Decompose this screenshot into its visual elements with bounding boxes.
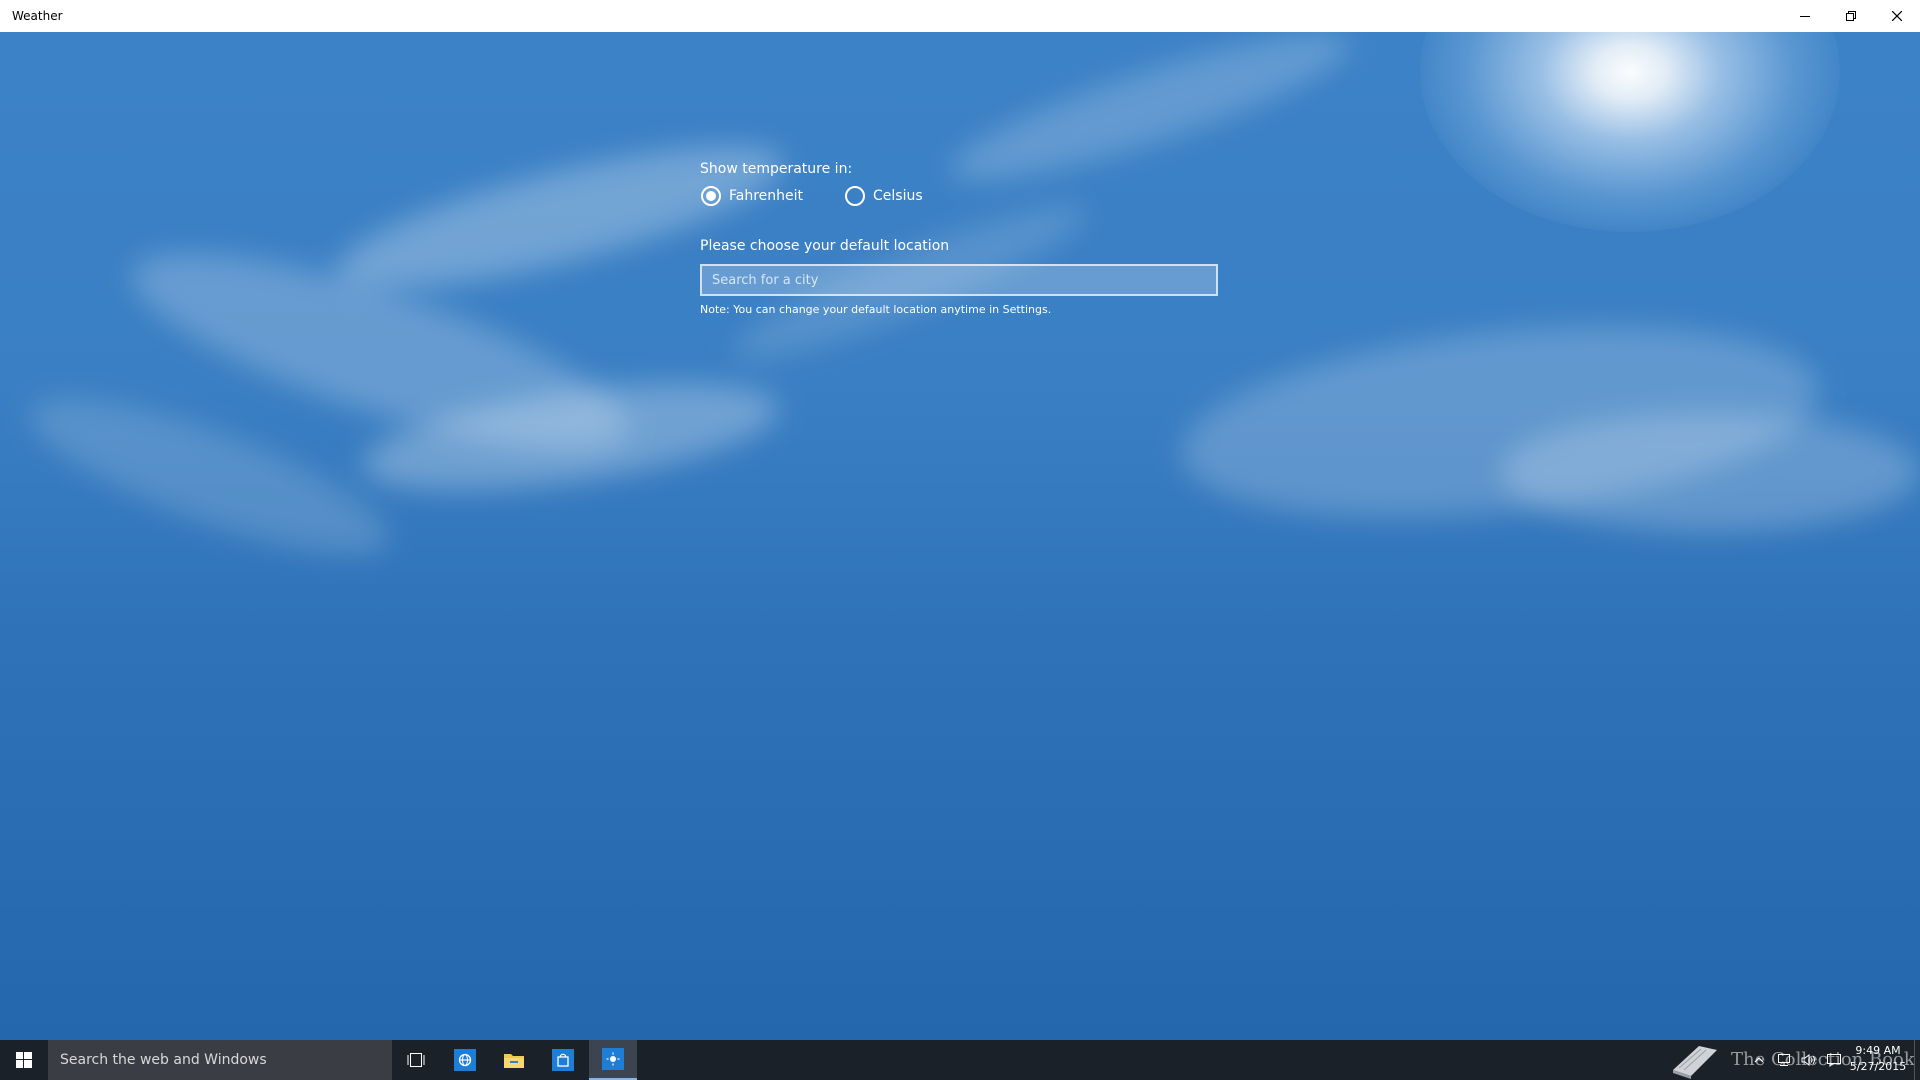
internet-explorer-icon: [454, 1049, 476, 1071]
store-button[interactable]: [539, 1040, 587, 1080]
minimize-button[interactable]: [1782, 0, 1828, 32]
title-bar: Weather: [0, 0, 1920, 32]
fahrenheit-label: Fahrenheit: [729, 188, 804, 204]
taskbar-search-placeholder: Search the web and Windows: [60, 1052, 267, 1068]
weather-app-background: Show temperature in: Fahrenheit Celsius …: [0, 32, 1920, 1040]
radio-unselected-icon: [845, 186, 865, 206]
clock-date: 5/27/2015: [1849, 1060, 1907, 1073]
weather-app-button[interactable]: [589, 1040, 637, 1080]
cloud: [1500, 412, 1920, 532]
close-icon: [1892, 11, 1902, 21]
temperature-unit-label: Show temperature in:: [700, 161, 853, 177]
radio-selected-icon: [701, 186, 721, 206]
celsius-radio[interactable]: Celsius: [845, 185, 923, 207]
start-button[interactable]: [0, 1040, 48, 1080]
chevron-up-icon: [1754, 1057, 1764, 1063]
store-icon: [552, 1049, 574, 1071]
internet-explorer-button[interactable]: [441, 1040, 489, 1080]
network-button[interactable]: [1773, 1040, 1795, 1080]
welcome-settings-form: Show temperature in: Fahrenheit Celsius …: [700, 160, 1220, 317]
taskbar-search-box[interactable]: Search the web and Windows: [48, 1040, 392, 1080]
show-hidden-icons-button[interactable]: [1748, 1040, 1770, 1080]
volume-icon: [1801, 1054, 1815, 1066]
action-center-button[interactable]: [1823, 1040, 1845, 1080]
city-search-box: [700, 264, 1218, 296]
book-icon: [1668, 1040, 1722, 1080]
network-icon: [1778, 1054, 1790, 1066]
temperature-unit-group: Fahrenheit Celsius: [700, 185, 1220, 207]
volume-button[interactable]: [1798, 1040, 1820, 1080]
task-view-button[interactable]: [392, 1040, 440, 1080]
show-desktop-button[interactable]: [1914, 1040, 1920, 1080]
windows-logo-icon: [16, 1052, 32, 1068]
task-view-icon: [407, 1053, 425, 1067]
default-location-label: Please choose your default location: [700, 238, 950, 254]
taskbar: Search the web and Windows The Collectio…: [0, 1040, 1920, 1080]
city-search-input[interactable]: [702, 266, 1216, 294]
system-clock[interactable]: 9:49 AM 5/27/2015: [1846, 1043, 1910, 1075]
message-icon: [1827, 1054, 1841, 1067]
file-explorer-icon: [504, 1054, 524, 1068]
window-title: Weather: [12, 9, 63, 23]
close-button[interactable]: [1874, 0, 1920, 32]
restore-button[interactable]: [1828, 0, 1874, 32]
fahrenheit-radio[interactable]: Fahrenheit: [701, 185, 803, 207]
minimize-icon: [1800, 16, 1810, 17]
restore-icon: [1846, 11, 1856, 21]
clock-time: 9:49 AM: [1855, 1044, 1901, 1057]
file-explorer-button[interactable]: [490, 1040, 538, 1080]
sun-glow: [1420, 32, 1840, 232]
celsius-label: Celsius: [873, 188, 923, 204]
weather-app-icon: [602, 1048, 624, 1070]
location-note: Note: You can change your default locati…: [700, 303, 1052, 316]
